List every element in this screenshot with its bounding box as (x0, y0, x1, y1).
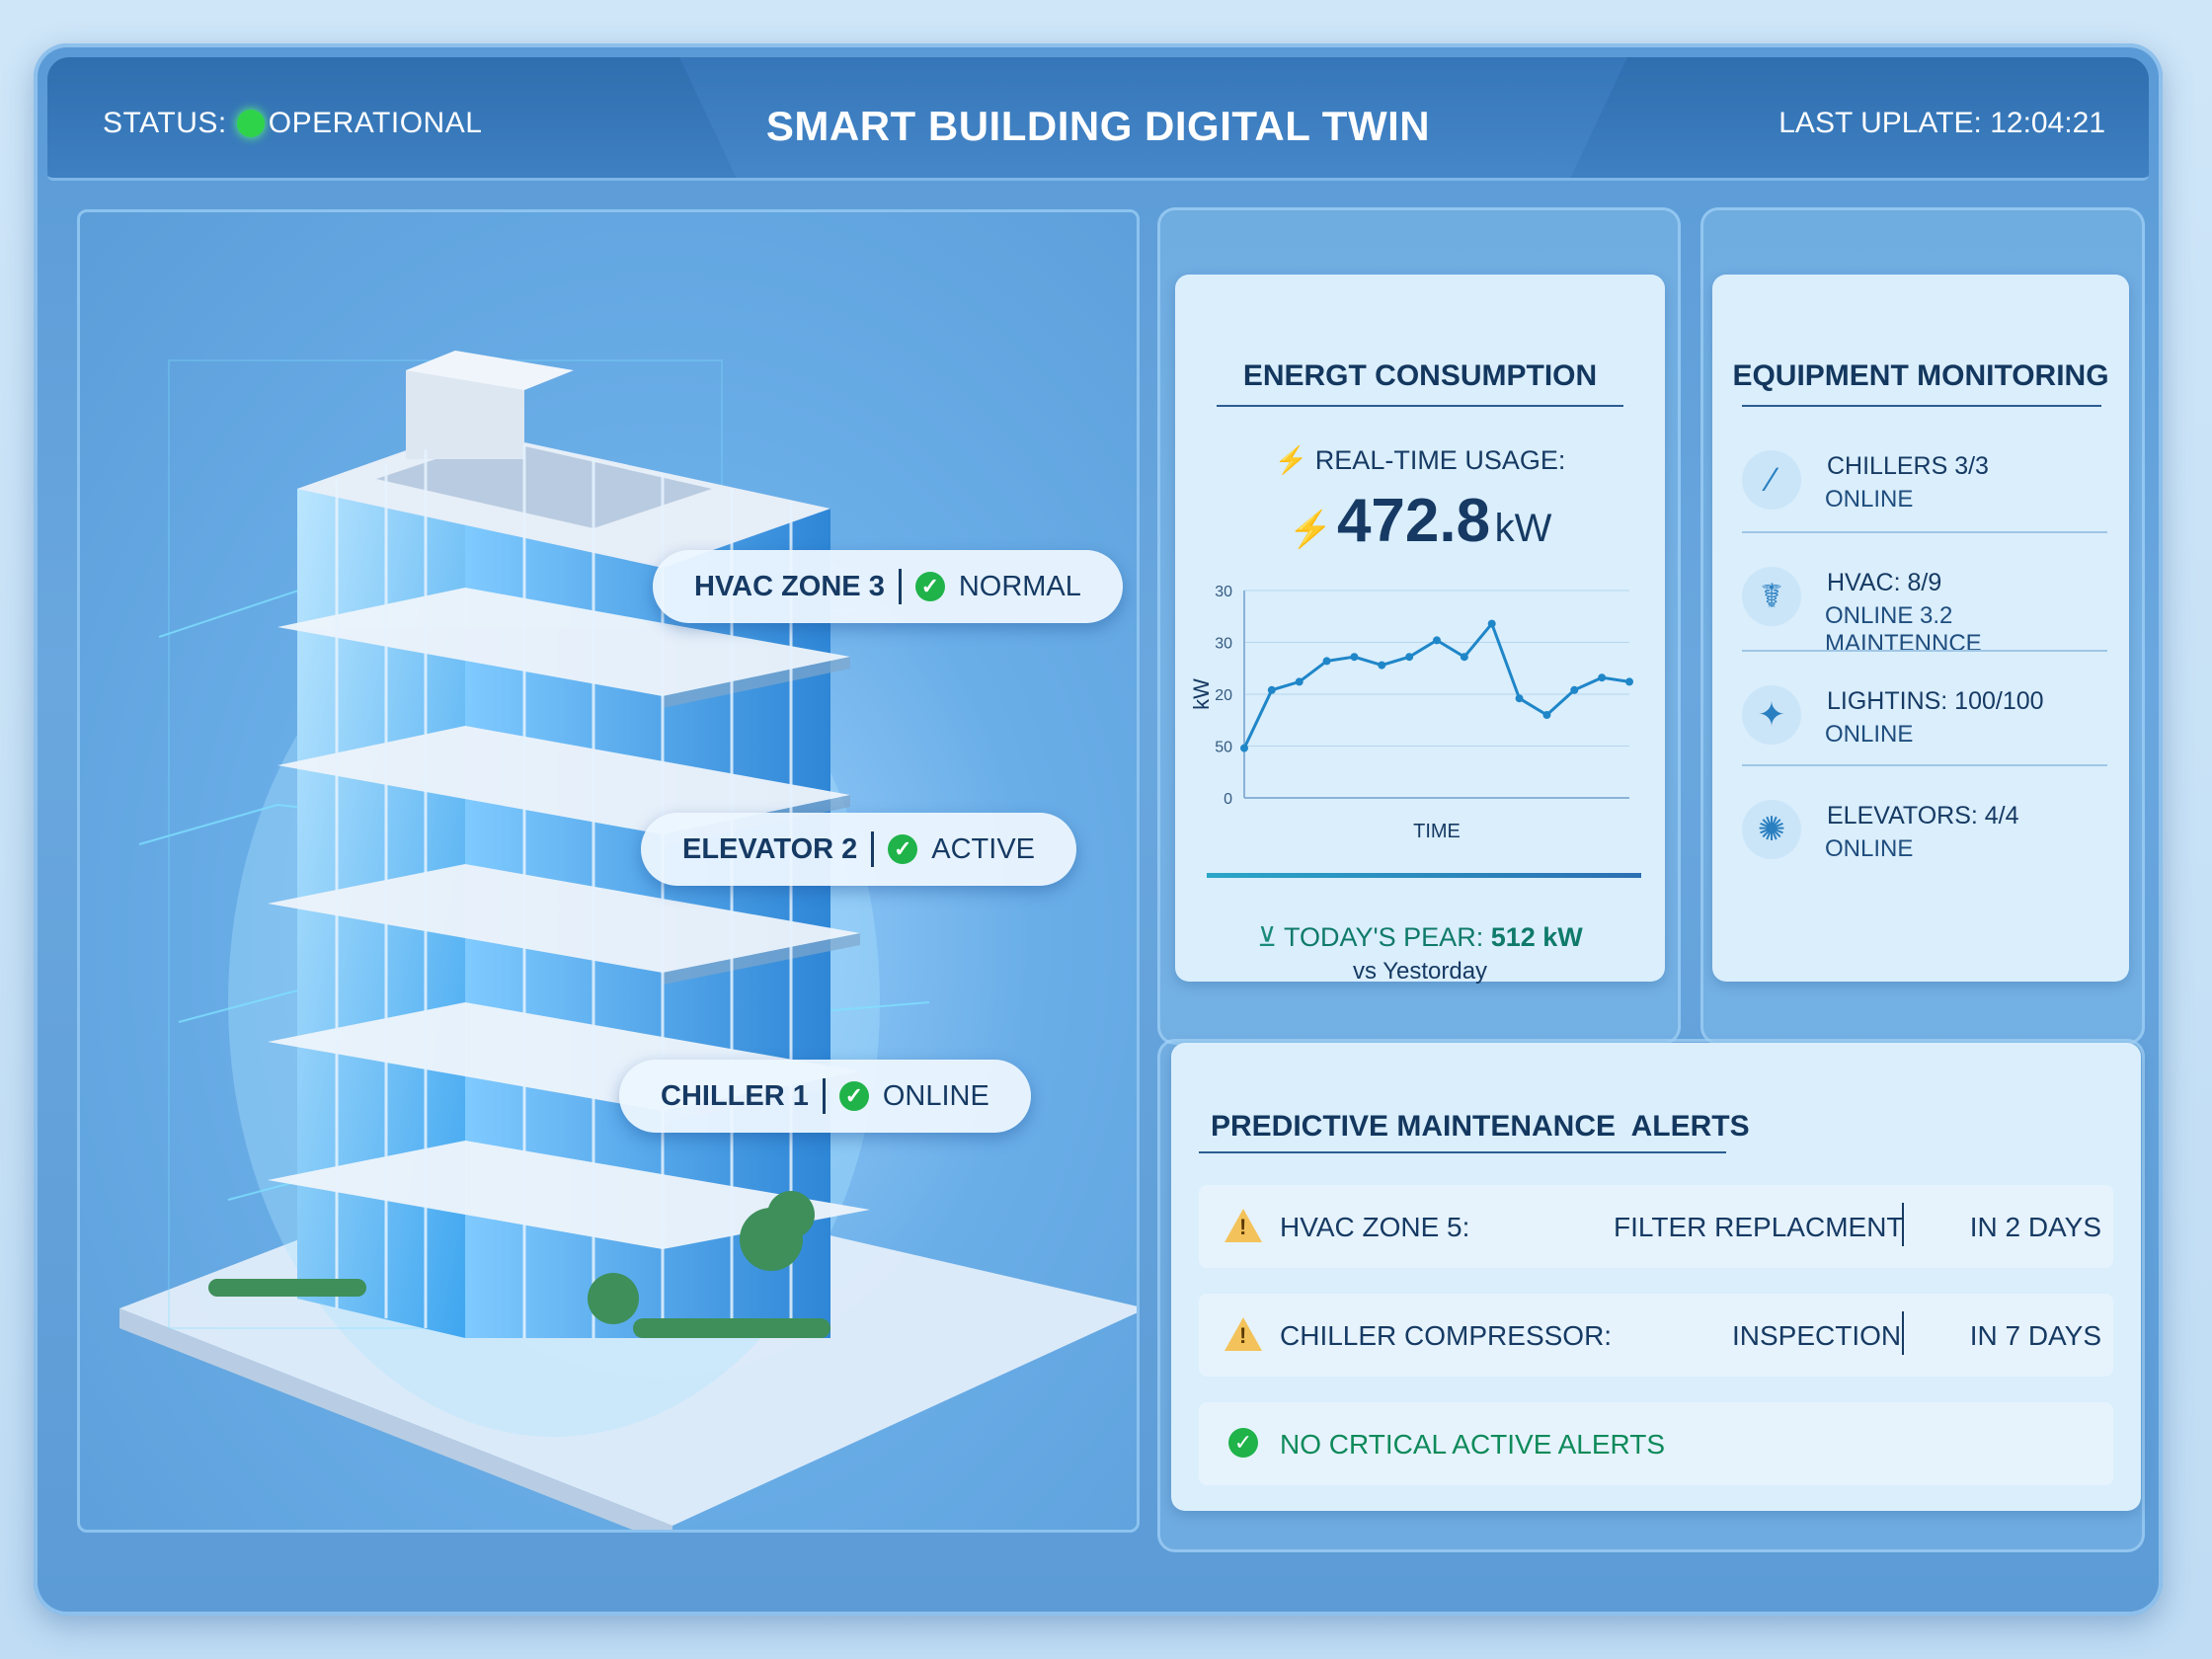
tag-label: HVAC ZONE 3 (694, 570, 885, 602)
data-point (1405, 653, 1414, 662)
check-icon: ✓ (838, 1081, 869, 1111)
alert-separator (1902, 1203, 1904, 1246)
x-axis-label: TIME (1413, 821, 1461, 842)
equipment-card: EQUIPMENT MONITORING ∕ CHILLERS 3/3 ONLI… (1712, 275, 2129, 982)
data-point (1322, 657, 1331, 666)
alert-row[interactable]: CHILLER COMPRESSOR: INSPECTION IN 7 DAYS (1199, 1294, 2113, 1377)
bolt-icon: ⚡ (1274, 445, 1308, 475)
alerts-card: PREDICTIVE MAINTENANCE ALERTS HVAC ZONE … (1171, 1043, 2141, 1511)
divider (1742, 650, 2107, 652)
equipment-name: ELEVATORS: 4/4 (1827, 802, 2019, 830)
alert-asset: CHILLER COMPRESSOR: (1280, 1320, 1613, 1351)
peak-value: 512 kW (1490, 922, 1583, 952)
alert-task: INSPECTION (1732, 1320, 1902, 1351)
energy-title: ENERGT CONSUMPTION (1242, 359, 1598, 392)
title-rule (1742, 405, 2101, 407)
elevator-icon: ✺ (1742, 800, 1801, 859)
peak-icon: ⊻ (1257, 922, 1277, 952)
equipment-status: ONLINE (1825, 835, 1914, 862)
alert-task: FILTER REPLACMENT (1614, 1212, 1904, 1242)
data-point (1487, 619, 1496, 628)
last-update: LAST UPLATE: 12:04:21 (1778, 107, 2105, 139)
alert-asset: HVAC ZONE 5: (1280, 1212, 1470, 1242)
data-point (1378, 661, 1386, 670)
peak-row: ⊻ TODAY'S PEAR: 512 kW (1175, 922, 1665, 953)
data-point (1542, 711, 1551, 719)
building-3d-view[interactable]: HVAC ZONE 3 ✓ NORMAL ELEVATOR 2 ✓ ACTIVE… (77, 209, 1140, 1533)
energy-line-chart[interactable]: 0 50 20 30 30 TIME kW (1185, 571, 1639, 857)
alert-row[interactable]: HVAC ZONE 5: FILTER REPLACMENT IN 2 DAYS (1199, 1185, 2113, 1268)
tag-label: ELEVATOR 2 (682, 832, 858, 865)
equipment-status: ONLINE (1825, 486, 1914, 513)
divider (1742, 531, 2107, 533)
data-point (1350, 653, 1359, 662)
energy-card: ENERGT CONSUMPTION ⚡ REAL-TIME USAGE: ⚡ … (1175, 275, 1665, 985)
alert-ok-text: NO CRTICAL ACTIVE ALERTS (1280, 1429, 1666, 1460)
chiller-icon: ∕ (1742, 450, 1801, 510)
y-tick-label: 50 (1215, 740, 1232, 756)
y-tick-label: 0 (1224, 791, 1232, 808)
dashboard-frame: STATUS: OPERATIONAL SMART BUILDING DIGIT… (34, 43, 2163, 1616)
header-bar: STATUS: OPERATIONAL SMART BUILDING DIGIT… (47, 57, 2149, 181)
equipment-item-elevators[interactable]: ✺ ELEVATORS: 4/4 ONLINE (1742, 790, 2107, 899)
tag-state: NORMAL (958, 570, 1081, 602)
scene-tag-chiller[interactable]: CHILLER 1 ✓ ONLINE (619, 1060, 1031, 1133)
scene-tag-hvac[interactable]: HVAC ZONE 3 ✓ NORMAL (653, 550, 1123, 623)
data-point (1625, 677, 1633, 686)
divider (1742, 764, 2107, 766)
y-axis-label: kW (1189, 678, 1214, 710)
data-point (1460, 653, 1468, 662)
alert-separator (1902, 1311, 1904, 1355)
equipment-name: CHILLERS 3/3 (1827, 452, 1989, 480)
data-point (1598, 673, 1607, 682)
tag-separator (871, 831, 875, 867)
equipment-name: HVAC: 8/9 (1827, 569, 1942, 596)
y-tick-label: 30 (1215, 584, 1232, 600)
alerts-title: PREDICTIVE MAINTENANCE ALERTS (1211, 1110, 1750, 1143)
realtime-number: 472.8 (1336, 487, 1491, 555)
check-icon: ✓ (914, 572, 945, 601)
equipment-item-lighting[interactable]: ✦ LIGHTINS: 100/100 ONLINE (1742, 675, 2107, 784)
tag-label: CHILLER 1 (661, 1079, 809, 1112)
tag-state: ACTIVE (931, 832, 1036, 865)
title-rule (1217, 405, 1623, 407)
alert-due: IN 2 DAYS (1969, 1212, 2101, 1242)
peak-label: TODAY'S PEAR: (1283, 922, 1484, 952)
data-point (1267, 685, 1276, 694)
tag-separator (898, 569, 902, 604)
tag-separator (822, 1078, 826, 1114)
warning-icon (1224, 1317, 1262, 1351)
realtime-label: ⚡ REAL-TIME USAGE: (1175, 444, 1665, 476)
realtime-unit: kW (1494, 507, 1552, 550)
data-point (1570, 685, 1579, 694)
bolt-icon: ⚡ (1288, 509, 1333, 549)
data-point (1240, 744, 1248, 752)
lighting-icon: ✦ (1742, 685, 1801, 745)
equipment-title: EQUIPMENT MONITORING (1732, 359, 2109, 392)
realtime-value: ⚡ 472.8 kW (1175, 486, 1665, 556)
scene-tag-elevator[interactable]: ELEVATOR 2 ✓ ACTIVE (641, 813, 1077, 886)
data-point (1295, 677, 1304, 686)
title-rule (1199, 1151, 1726, 1153)
tag-state: ONLINE (882, 1079, 989, 1112)
y-tick-label: 30 (1215, 636, 1232, 653)
peak-comparison: vs Yestorday (1352, 958, 1488, 985)
equipment-name: LIGHTINS: 100/100 (1827, 687, 2044, 715)
equipment-status: ONLINE (1825, 721, 1914, 748)
check-icon: ✓ (1228, 1428, 1258, 1458)
realtime-label-text: REAL-TIME USAGE: (1314, 445, 1566, 475)
warning-icon (1224, 1209, 1262, 1242)
alert-ok-row: ✓ NO CRTICAL ACTIVE ALERTS (1199, 1402, 2113, 1485)
y-tick-label: 20 (1215, 687, 1232, 704)
alert-due: IN 7 DAYS (1969, 1320, 2101, 1351)
check-icon: ✓ (888, 834, 918, 864)
chart-bottom-rule (1207, 873, 1641, 878)
hvac-icon: ☤ (1742, 567, 1801, 626)
data-point (1515, 694, 1524, 703)
data-point (1433, 636, 1441, 645)
